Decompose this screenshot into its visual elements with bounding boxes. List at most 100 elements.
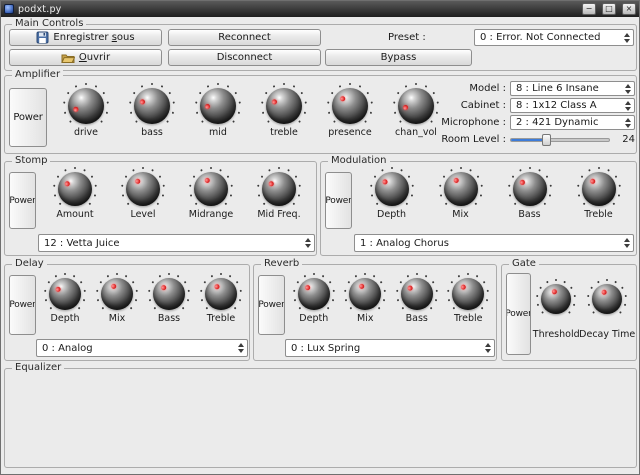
knob-tick (205, 307, 208, 310)
knob-dial[interactable] (262, 172, 296, 206)
knob-tick (53, 185, 55, 187)
knob-tick (519, 169, 522, 172)
knob-tick (513, 202, 516, 205)
knob-tick (135, 299, 138, 302)
knob-bass: bass (127, 82, 177, 138)
knob-dial[interactable] (398, 88, 434, 124)
modulation-effect-combo[interactable]: 1 : Analog Chorus (354, 234, 634, 252)
knob-tick (460, 167, 462, 169)
close-button[interactable]: × (622, 3, 636, 15)
knob-tick (435, 290, 437, 292)
knob-tick (132, 281, 135, 284)
knob-tick (442, 175, 445, 178)
knob-dial[interactable] (298, 278, 330, 310)
knob-tick (75, 85, 78, 88)
disconnect-button[interactable]: Disconnect (168, 49, 321, 66)
knob-tick (391, 167, 393, 169)
knob-dial[interactable] (49, 278, 81, 310)
knob-dial[interactable] (134, 88, 170, 124)
knob-indicator (402, 104, 407, 109)
titlebar[interactable]: podxt.py − □ × (1, 1, 639, 17)
knob-tick (298, 194, 301, 197)
reverb-knobs: DepthMixBassTreble (288, 272, 494, 324)
window-icon[interactable] (4, 4, 14, 14)
knob-dial[interactable] (401, 278, 433, 310)
knob-label: Threshold (533, 329, 580, 340)
minimize-button[interactable]: − (582, 3, 596, 15)
reverb-effect-combo[interactable]: 0 : Lux Spring (285, 339, 495, 357)
knob-tick (355, 275, 358, 278)
knob-dial[interactable] (58, 172, 92, 206)
knob-dial[interactable] (332, 88, 368, 124)
knob-depth: Depth (42, 272, 88, 324)
knob-tick (397, 92, 400, 95)
gate-power-button[interactable]: Power (506, 273, 531, 355)
knob-label: Bass (158, 313, 180, 324)
knob-dial[interactable] (541, 284, 571, 314)
knob-tick (333, 120, 336, 123)
microphone-combo[interactable]: 2 : 421 Dynamic (510, 115, 635, 130)
knob-tick (59, 202, 62, 205)
knob-tick (439, 185, 441, 187)
knob-mid-freq: Mid Freq. (255, 166, 303, 220)
knob-tick (130, 112, 133, 115)
knob-tick (577, 185, 579, 187)
amplifier-power-button[interactable]: Power (9, 88, 47, 147)
bypass-button[interactable]: Bypass (325, 49, 472, 66)
knob-dial[interactable] (513, 172, 547, 206)
knob-indicator (358, 283, 365, 290)
cabinet-label: Cabinet : (438, 98, 506, 113)
modulation-power-button[interactable]: Power (325, 172, 352, 229)
knob-tick (406, 275, 409, 278)
delay-power-button[interactable]: Power (9, 275, 36, 335)
knob-dial[interactable] (126, 172, 160, 206)
knob-dial[interactable] (452, 278, 484, 310)
preset-combo[interactable]: 0 : Error. Not Connected (474, 29, 634, 46)
knob-tick (263, 202, 266, 205)
knob-dial[interactable] (375, 172, 409, 206)
knob-tick (405, 85, 408, 88)
knob-dial[interactable] (349, 278, 381, 310)
reverb-power-button[interactable]: Power (258, 275, 285, 335)
knob-dial[interactable] (200, 88, 236, 124)
open-button[interactable]: Ouvrir (9, 49, 162, 66)
knob-tick (396, 290, 398, 292)
knob-dial[interactable] (194, 172, 228, 206)
knob-dial[interactable] (205, 278, 237, 310)
stomp-effect-combo[interactable]: 12 : Vetta Juice (38, 234, 315, 252)
save-as-button[interactable]: Enregistrer sous (9, 29, 162, 46)
knob-indicator (460, 283, 467, 290)
knob-tick (85, 83, 87, 85)
slider-handle[interactable] (542, 134, 551, 146)
maximize-button[interactable]: □ (602, 3, 616, 15)
cabinet-combo[interactable]: 8 : 1x12 Class A (510, 98, 635, 113)
knob-dial[interactable] (68, 88, 104, 124)
knob-tick (96, 290, 98, 292)
knob-tick (543, 202, 546, 205)
reconnect-button[interactable]: Reconnect (168, 29, 321, 46)
knob-dial[interactable] (101, 278, 133, 310)
knob-dial[interactable] (153, 278, 185, 310)
model-combo[interactable]: 8 : Line 6 Insane (510, 81, 635, 96)
knob-tick (207, 85, 210, 88)
room-level-slider[interactable] (510, 132, 610, 147)
knob-tick (619, 311, 622, 314)
knob-tick (394, 112, 397, 115)
model-label: Model : (438, 81, 506, 96)
knob-tick (234, 92, 237, 95)
knob-tick (614, 175, 617, 178)
knob-tick (293, 290, 295, 292)
knob-tick (299, 185, 301, 187)
knob-label: bass (141, 127, 163, 138)
delay-effect-combo[interactable]: 0 : Analog (36, 339, 248, 357)
knob-tick (486, 299, 489, 302)
knob-tick (396, 299, 399, 302)
knob-tick (55, 275, 58, 278)
knob-dial[interactable] (266, 88, 302, 124)
knob-dial[interactable] (582, 172, 616, 206)
group-title: Modulation (328, 155, 390, 166)
knob-tick (224, 202, 227, 205)
knob-dial[interactable] (592, 284, 622, 314)
knob-dial[interactable] (444, 172, 478, 206)
stomp-power-button[interactable]: Power (9, 172, 36, 229)
